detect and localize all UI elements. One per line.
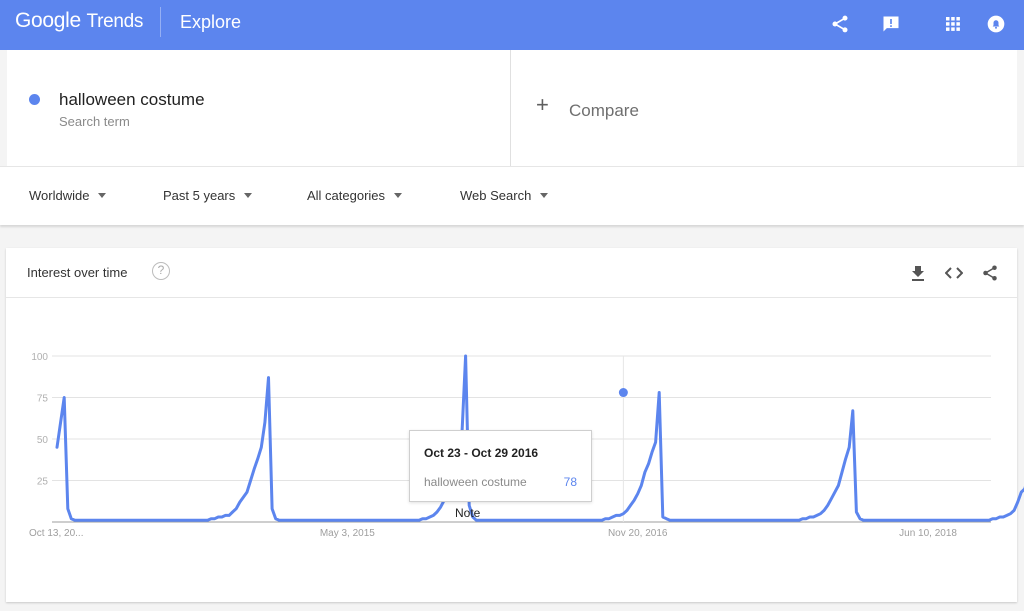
x-tick-label: Oct 13, 20... <box>29 528 83 539</box>
note-link[interactable]: Note <box>455 506 480 520</box>
interest-chart[interactable]: 25 50 75 100 Oct 13, 20... May 3, 2015 Nov 20… <box>0 0 1024 611</box>
chart-tooltip: Oct 23 - Oct 29 2016 halloween costume 7… <box>409 430 592 502</box>
x-tick-label: Jun 10, 2018 <box>899 528 957 539</box>
x-tick-label: Nov 20, 2016 <box>608 528 668 539</box>
tooltip-term: halloween costume <box>424 475 527 489</box>
tooltip-value: 78 <box>563 475 577 489</box>
y-tick-label: 100 <box>31 352 48 363</box>
highlight-point <box>618 388 628 398</box>
y-tick-label: 25 <box>37 477 49 488</box>
tooltip-date: Oct 23 - Oct 29 2016 <box>424 446 539 460</box>
x-tick-label: May 3, 2015 <box>320 528 375 539</box>
y-tick-label: 50 <box>37 435 49 446</box>
y-tick-label: 75 <box>37 394 49 405</box>
